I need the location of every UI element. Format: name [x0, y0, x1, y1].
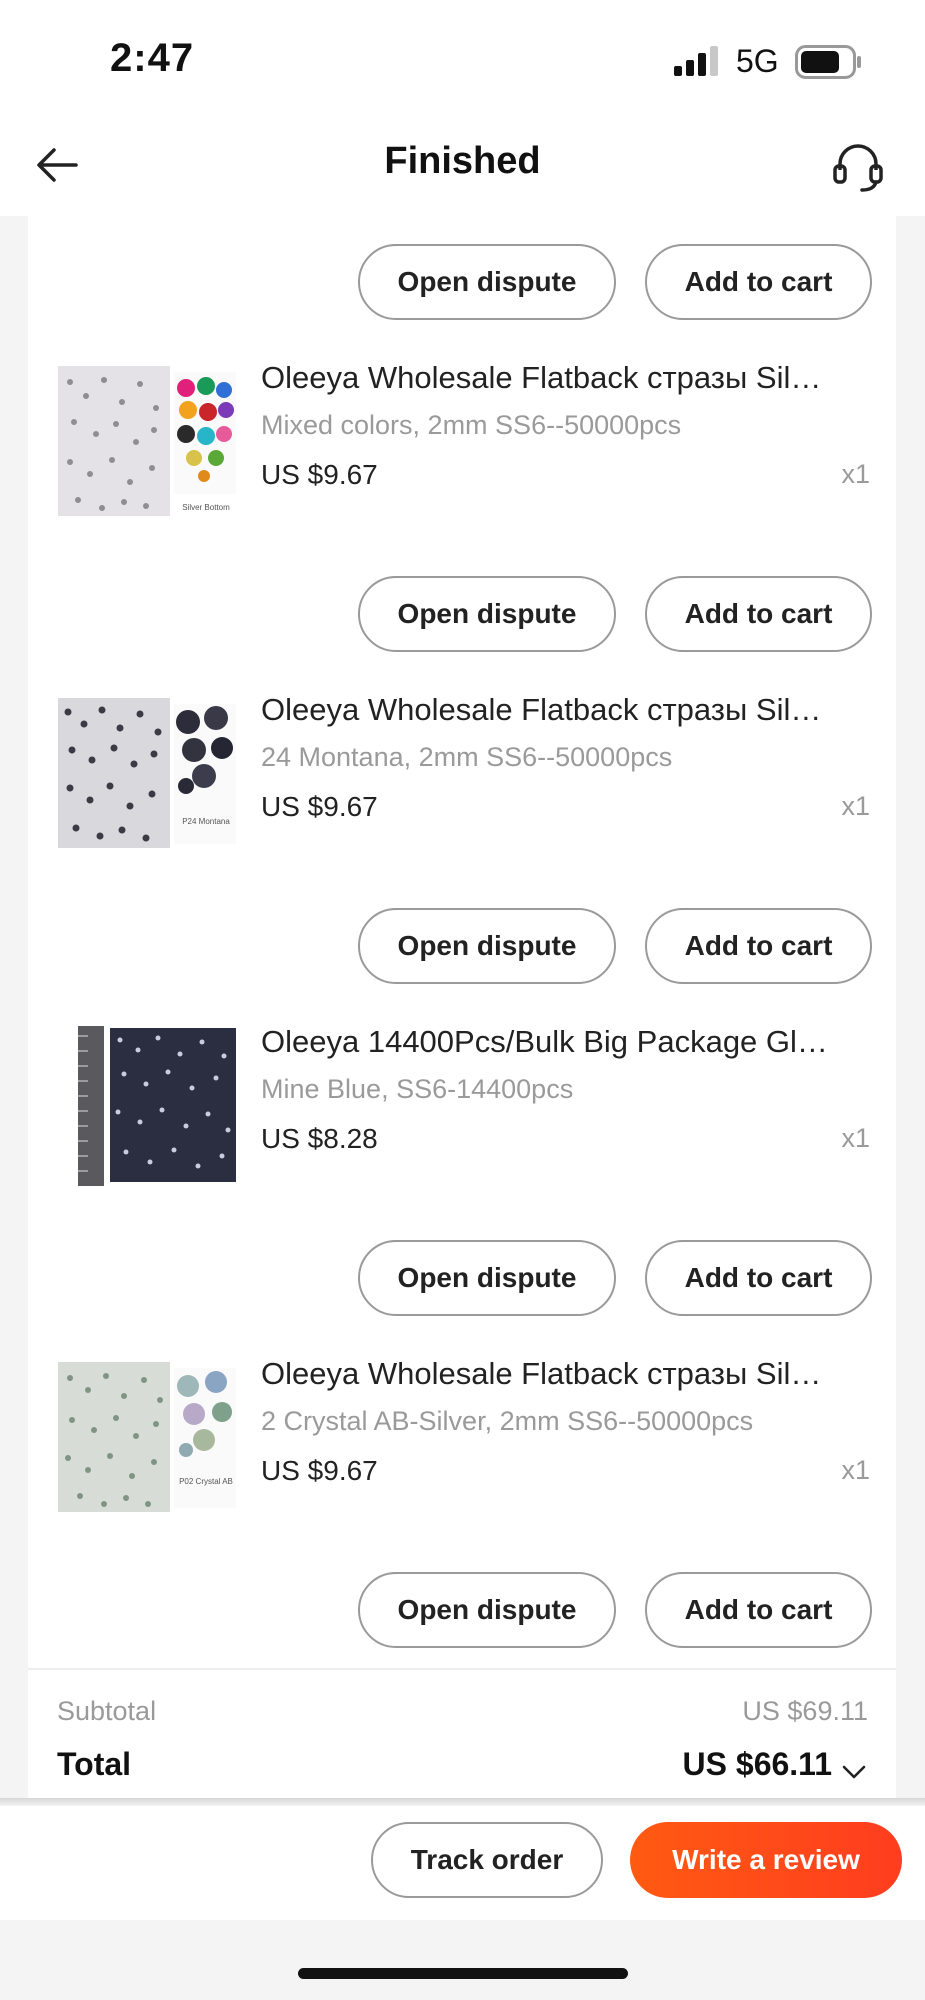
status-time: 2:47 [110, 36, 195, 80]
subtotal-label: Subtotal [57, 1696, 157, 1726]
add-to-cart-button[interactable]: Add to cart [645, 908, 872, 984]
item-variant: Mine Blue, SS6-14400pcs [261, 1074, 574, 1104]
battery-icon [795, 45, 861, 79]
item-price: US $9.67 [261, 459, 378, 490]
item-actions-row: Open dispute Add to cart [28, 908, 896, 984]
open-dispute-button[interactable]: Open dispute [358, 1240, 616, 1316]
open-dispute-button[interactable]: Open dispute [358, 908, 616, 984]
order-item[interactable]: Oleeya 14400Pcs/Bulk Big Package Gl… Min… [28, 1016, 896, 1236]
total-label: Total [57, 1746, 132, 1782]
add-to-cart-button[interactable]: Add to cart [645, 576, 872, 652]
add-to-cart-button[interactable]: Add to cart [645, 1572, 872, 1648]
network-label: 5G [736, 43, 779, 79]
item-quantity: x1 [841, 1455, 870, 1485]
track-order-button[interactable]: Track order [371, 1822, 603, 1898]
item-variant: Mixed colors, 2mm SS6--50000pcs [261, 410, 682, 440]
order-item[interactable]: Silver Bottom Oleeya Wholesale Flatback … [28, 352, 896, 572]
product-thumbnail[interactable] [58, 1026, 238, 1186]
order-item[interactable]: P02 Crystal AB Oleeya Wholesale Flatback… [28, 1348, 896, 1568]
item-actions-row: Open dispute Add to cart [28, 576, 896, 652]
signal-icon [674, 46, 718, 76]
item-price: US $8.28 [261, 1123, 378, 1154]
divider [28, 1668, 896, 1670]
product-thumbnail[interactable]: P02 Crystal AB [58, 1358, 238, 1518]
customer-service-icon[interactable] [830, 138, 886, 194]
item-title[interactable]: Oleeya Wholesale Flatback стразы Sil… [261, 692, 891, 728]
order-items-card: Open dispute Add to cart Silver Bottom O… [28, 216, 896, 1800]
item-quantity: x1 [841, 1123, 870, 1153]
page-title: Finished [384, 140, 541, 182]
bottom-action-bar: Track order Write a review [0, 1806, 925, 1920]
item-title[interactable]: Oleeya 14400Pcs/Bulk Big Package Gl… [261, 1024, 891, 1060]
item-quantity: x1 [841, 459, 870, 489]
open-dispute-button[interactable]: Open dispute [358, 1572, 616, 1648]
add-to-cart-button[interactable]: Add to cart [645, 244, 872, 320]
item-actions-row: Open dispute Add to cart [28, 244, 896, 320]
product-thumbnail[interactable]: Silver Bottom [58, 362, 238, 522]
chevron-down-icon[interactable] [840, 1758, 868, 1786]
nav-header: Finished [0, 118, 925, 216]
subtotal-value: US $69.11 [742, 1696, 868, 1726]
add-to-cart-button[interactable]: Add to cart [645, 1240, 872, 1316]
home-indicator[interactable] [298, 1968, 628, 1979]
open-dispute-button[interactable]: Open dispute [358, 244, 616, 320]
item-variant: 2 Crystal AB-Silver, 2mm SS6--50000pcs [261, 1406, 754, 1436]
bottom-bar-shadow [0, 1798, 925, 1806]
order-item[interactable]: P24 Montana Oleeya Wholesale Flatback ст… [28, 684, 896, 904]
status-bar: 2:47 5G [0, 0, 925, 118]
product-thumbnail[interactable]: P24 Montana [58, 694, 238, 854]
thumbnail-caption: Silver Bottom [182, 503, 230, 512]
thumbnail-caption: P02 Crystal AB [179, 1477, 233, 1486]
item-actions-row: Open dispute Add to cart [28, 1572, 896, 1648]
write-review-button[interactable]: Write a review [630, 1822, 902, 1898]
item-variant: 24 Montana, 2mm SS6--50000pcs [261, 742, 673, 772]
open-dispute-button[interactable]: Open dispute [358, 576, 616, 652]
item-quantity: x1 [841, 791, 870, 821]
item-price: US $9.67 [261, 1455, 378, 1486]
item-title[interactable]: Oleeya Wholesale Flatback стразы Sil… [261, 360, 891, 396]
total-value: US $66.11 [682, 1746, 832, 1782]
item-price: US $9.67 [261, 791, 378, 822]
item-title[interactable]: Oleeya Wholesale Flatback стразы Sil… [261, 1356, 891, 1392]
thumbnail-caption: P24 Montana [182, 817, 230, 826]
item-actions-row: Open dispute Add to cart [28, 1240, 896, 1316]
